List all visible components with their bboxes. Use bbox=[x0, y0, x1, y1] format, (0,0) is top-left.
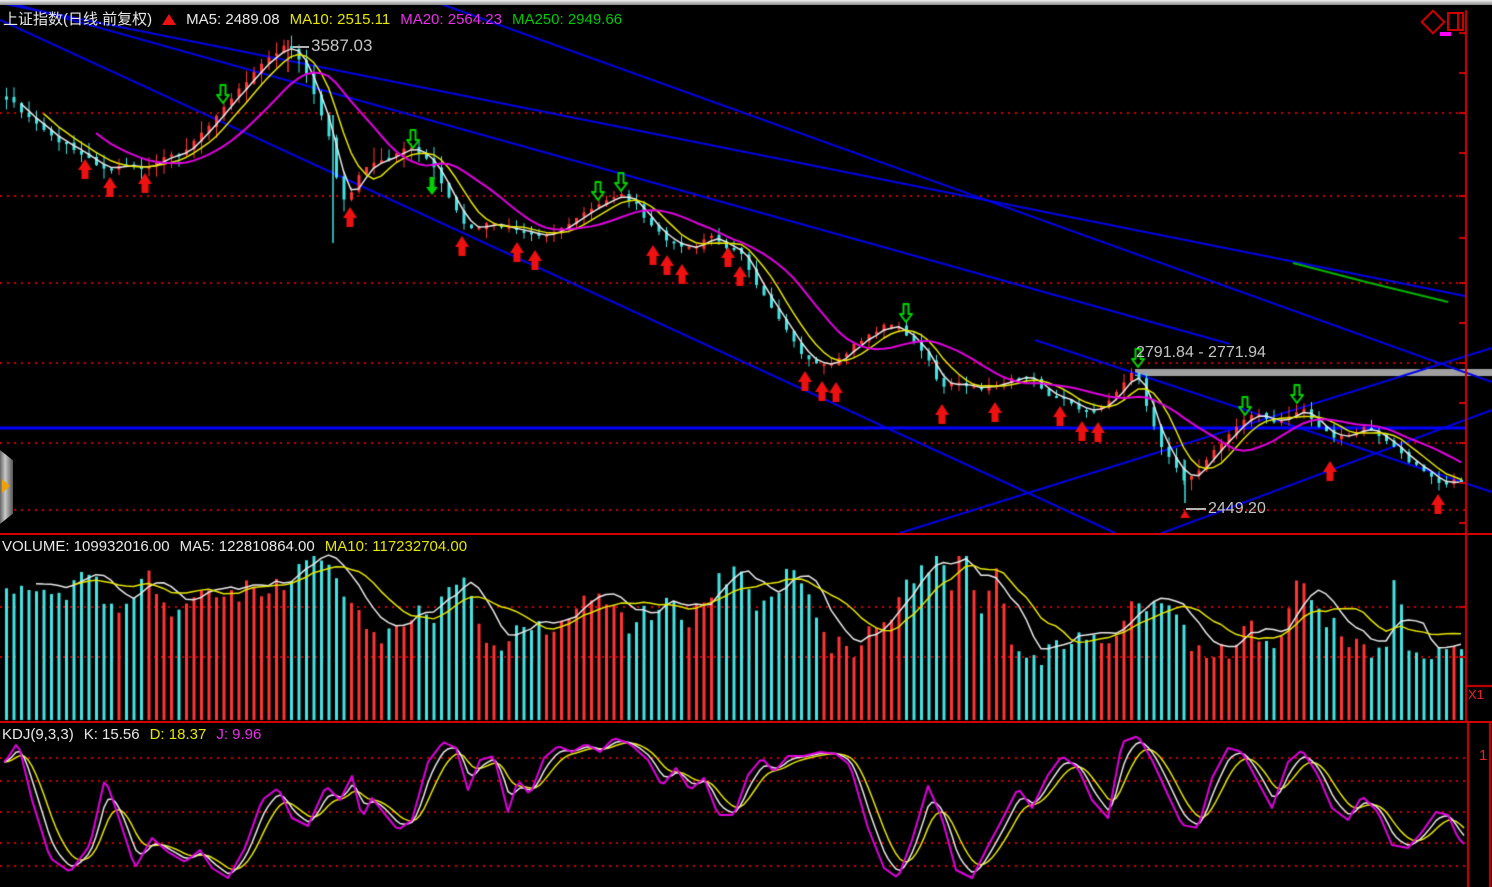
sidebar-expand-handle[interactable] bbox=[0, 450, 13, 524]
ma20-value: MA20: 2564.23 bbox=[400, 11, 502, 28]
panel-divider-top bbox=[0, 533, 1492, 535]
main-chart-header: 上证指数(日线.前复权) MA5: 2489.08 MA10: 2515.11 MA2… bbox=[3, 8, 632, 29]
peak-tick bbox=[293, 46, 309, 48]
kdj-j-value: J: 9.96 bbox=[216, 726, 261, 743]
window-panes-icon[interactable] bbox=[1447, 12, 1464, 31]
low-tick bbox=[1186, 508, 1206, 510]
page-indicator[interactable]: X1 bbox=[1468, 687, 1484, 702]
volume-chart-canvas[interactable] bbox=[0, 535, 1492, 721]
kdj-axis-partial-number: 1 bbox=[1479, 747, 1487, 764]
volume-value: VOLUME: 109932016.00 bbox=[2, 538, 170, 555]
trading-app-window: 上证指数(日线.前复权) MA5: 2489.08 MA10: 2515.11 MA2… bbox=[0, 0, 1492, 887]
volume-header: VOLUME: 109932016.00 MA5: 122810864.00 MA1… bbox=[2, 538, 477, 555]
panel-divider-bottom bbox=[0, 721, 1492, 723]
magenta-dash-icon bbox=[1440, 32, 1451, 36]
expand-arrow-icon bbox=[2, 479, 10, 493]
ma10-value: MA10: 2515.11 bbox=[290, 11, 391, 28]
peak-price-label: 3587.03 bbox=[311, 36, 372, 56]
volume-ma5-value: MA5: 122810864.00 bbox=[180, 538, 315, 555]
low-price-label: 2449.20 bbox=[1208, 500, 1266, 518]
kdj-header: KDJ(9,3,3) K: 15.56 D: 18.37 J: 9.96 bbox=[2, 726, 271, 743]
volume-ma10-value: MA10: 117232704.00 bbox=[325, 538, 467, 555]
kdj-chart-canvas[interactable] bbox=[0, 723, 1492, 887]
ma250-value: MA250: 2949.66 bbox=[512, 11, 622, 28]
symbol-title: 上证指数(日线.前复权) bbox=[3, 11, 152, 28]
gap-range-label: 2791.84 - 2771.94 bbox=[1136, 344, 1266, 362]
main-price-chart-canvas[interactable] bbox=[0, 5, 1492, 533]
kdj-k-value: K: 15.56 bbox=[84, 726, 140, 743]
ma5-value: MA5: 2489.08 bbox=[186, 11, 279, 28]
up-arrow-icon bbox=[162, 14, 176, 25]
kdj-title: KDJ(9,3,3) bbox=[2, 726, 74, 743]
kdj-d-value: D: 18.37 bbox=[150, 726, 207, 743]
